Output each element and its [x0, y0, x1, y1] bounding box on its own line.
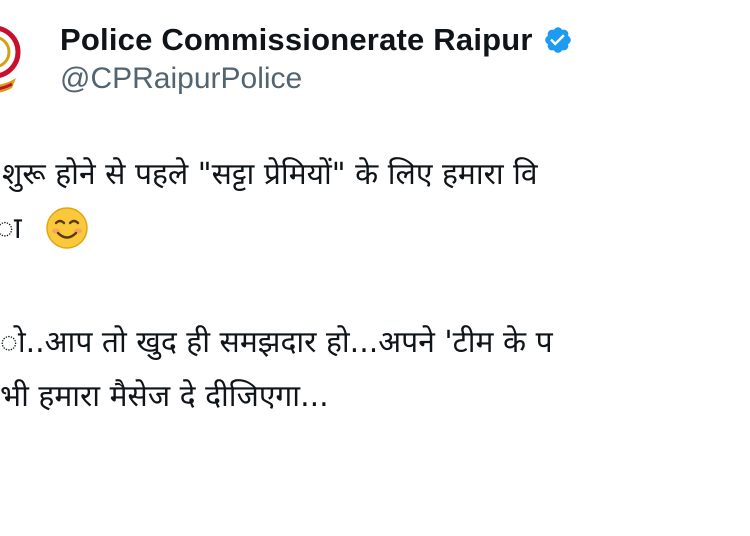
- avatar[interactable]: [0, 22, 22, 102]
- tweet-line-1: शुरू होने से पहले "सट्टा प्रेमियों" के ल…: [2, 157, 538, 192]
- display-name-row: Police Commissionerate Raipur: [60, 18, 573, 62]
- tweet-line-3: ो..आप तो खुद ही समझदार हो...अपने 'टीम के…: [0, 325, 553, 360]
- police-emblem-icon: [0, 26, 21, 93]
- smiling-face-emoji-icon: [46, 206, 88, 249]
- tweet-text: शुरू होने से पहले "सट्टा प्रेमियों" के ल…: [0, 148, 750, 424]
- tweet-line-4: भी हमारा मैसेज दे दीजिएगा...: [0, 379, 329, 414]
- verified-badge-icon: [544, 27, 571, 53]
- tweet-line-2-text: ा: [0, 211, 22, 246]
- tweet-line-2: ा: [0, 202, 750, 256]
- tweet-card: Police Commissionerate Raipur @CPRaipurP…: [0, 0, 750, 536]
- handle[interactable]: @CPRaipurPolice: [60, 62, 302, 96]
- display-name[interactable]: Police Commissionerate Raipur: [60, 22, 533, 58]
